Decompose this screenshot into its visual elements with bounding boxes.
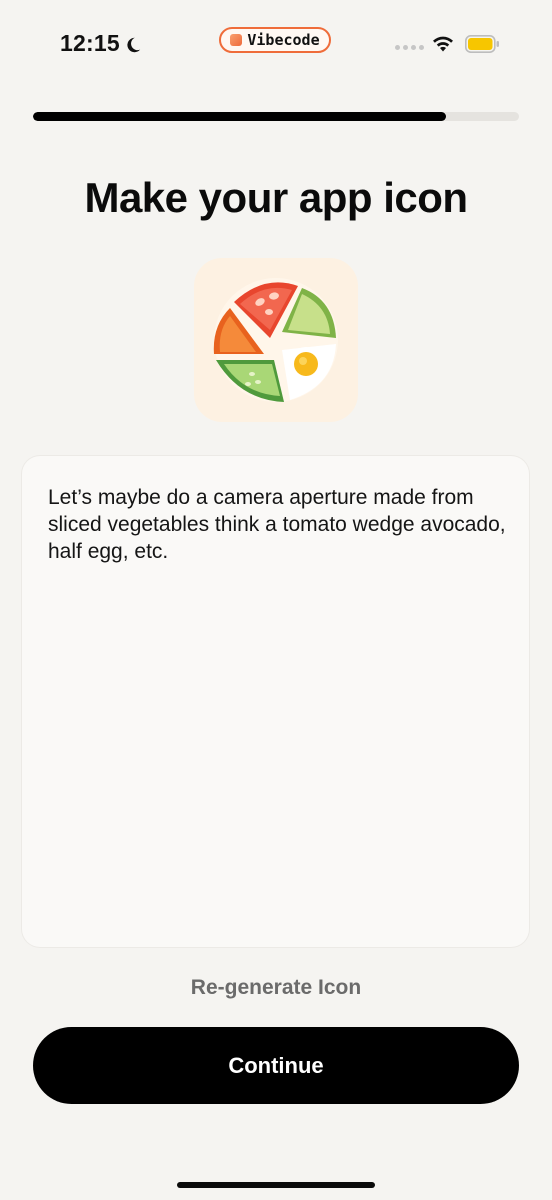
moon-icon <box>127 37 141 53</box>
battery-icon <box>465 35 499 53</box>
page-title: Make your app icon <box>84 174 468 221</box>
regenerate-icon-button[interactable]: Re-generate Icon <box>0 976 552 1000</box>
vegetable-aperture-icon <box>194 258 358 422</box>
signal-icon <box>395 45 424 50</box>
onboarding-progress-bar <box>33 112 519 121</box>
vibecode-logo-icon <box>230 34 243 46</box>
status-bar: 12:15 Vibecode <box>0 0 552 90</box>
progress-fill <box>33 112 447 121</box>
status-time: 12:15 <box>60 30 120 56</box>
prompt-textarea[interactable]: Let’s maybe do a camera aperture made fr… <box>22 456 529 947</box>
app-pill-label: Vibecode <box>247 31 320 49</box>
prompt-text[interactable]: Let’s maybe do a camera aperture made fr… <box>48 484 508 565</box>
continue-button[interactable]: Continue <box>33 1027 519 1104</box>
home-indicator <box>177 1182 375 1188</box>
app-pill[interactable]: Vibecode <box>219 27 331 53</box>
wifi-icon <box>433 36 453 52</box>
